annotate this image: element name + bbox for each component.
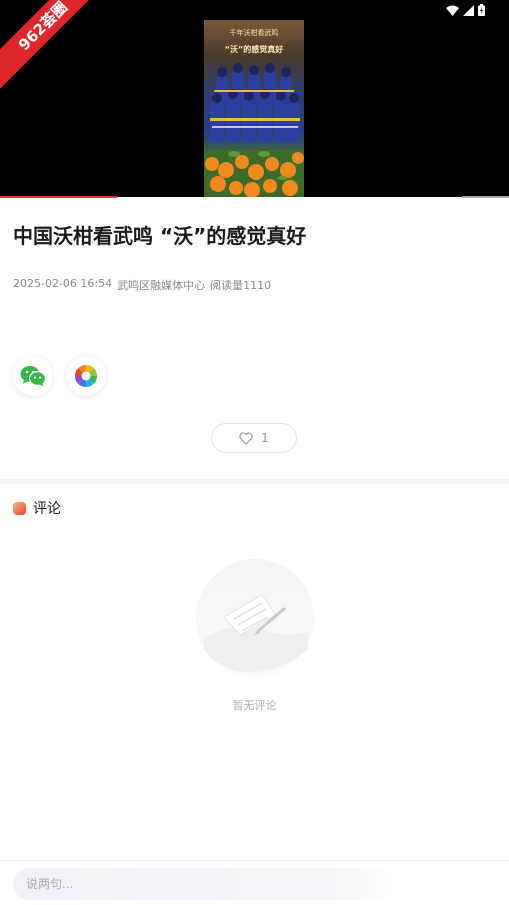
share-moments-button[interactable]	[66, 356, 106, 396]
article-title: 中国沃柑看武鸣 “沃”的感觉真好	[13, 224, 307, 248]
comments-section-marker-icon	[13, 501, 26, 515]
empty-comments-illustration	[196, 559, 314, 677]
video-player[interactable]: 千年沃柑看武鸣 “沃”的感觉真好	[0, 0, 509, 198]
comment-input[interactable]	[13, 868, 398, 900]
comments-title: 评论	[33, 501, 61, 517]
oranges-image	[204, 150, 304, 197]
article-source: 武鸣区融媒体中心	[117, 279, 206, 292]
heart-outline-icon	[239, 431, 253, 445]
like-button[interactable]: 1	[211, 423, 297, 453]
thumbnail-caption-main: “沃”的感觉真好	[224, 45, 284, 54]
read-count: 阅读量1110	[210, 279, 272, 292]
wifi-icon	[446, 5, 459, 16]
publish-date: 2025-02-06 16:54	[13, 277, 113, 290]
performers-image	[210, 63, 300, 142]
video-progress-played[interactable]	[0, 196, 117, 198]
article-detail-page: 千年沃柑看武鸣 “沃”的感觉真好 962荟圈 中国沃柑看武鸣 “沃”的感觉真好 …	[0, 0, 509, 905]
section-divider	[0, 479, 509, 484]
moments-icon	[74, 364, 98, 388]
video-progress-buffer	[462, 196, 509, 198]
thumbnail-caption-top: 千年沃柑看武鸣	[229, 29, 279, 37]
share-wechat-button[interactable]	[13, 356, 53, 396]
video-thumbnail[interactable]: 千年沃柑看武鸣 “沃”的感觉真好	[204, 20, 304, 197]
battery-icon	[478, 4, 485, 16]
comments-header: 评论	[13, 498, 61, 518]
wechat-icon	[20, 366, 46, 387]
status-bar	[446, 4, 485, 16]
bottom-bar-divider	[0, 860, 509, 861]
signal-icon	[463, 4, 474, 16]
like-count: 1	[261, 431, 269, 445]
article-meta: 2025-02-06 16:54 武鸣区融媒体中心 阅读量1110	[13, 277, 271, 293]
empty-comments-text: 暂无评论	[232, 699, 277, 712]
